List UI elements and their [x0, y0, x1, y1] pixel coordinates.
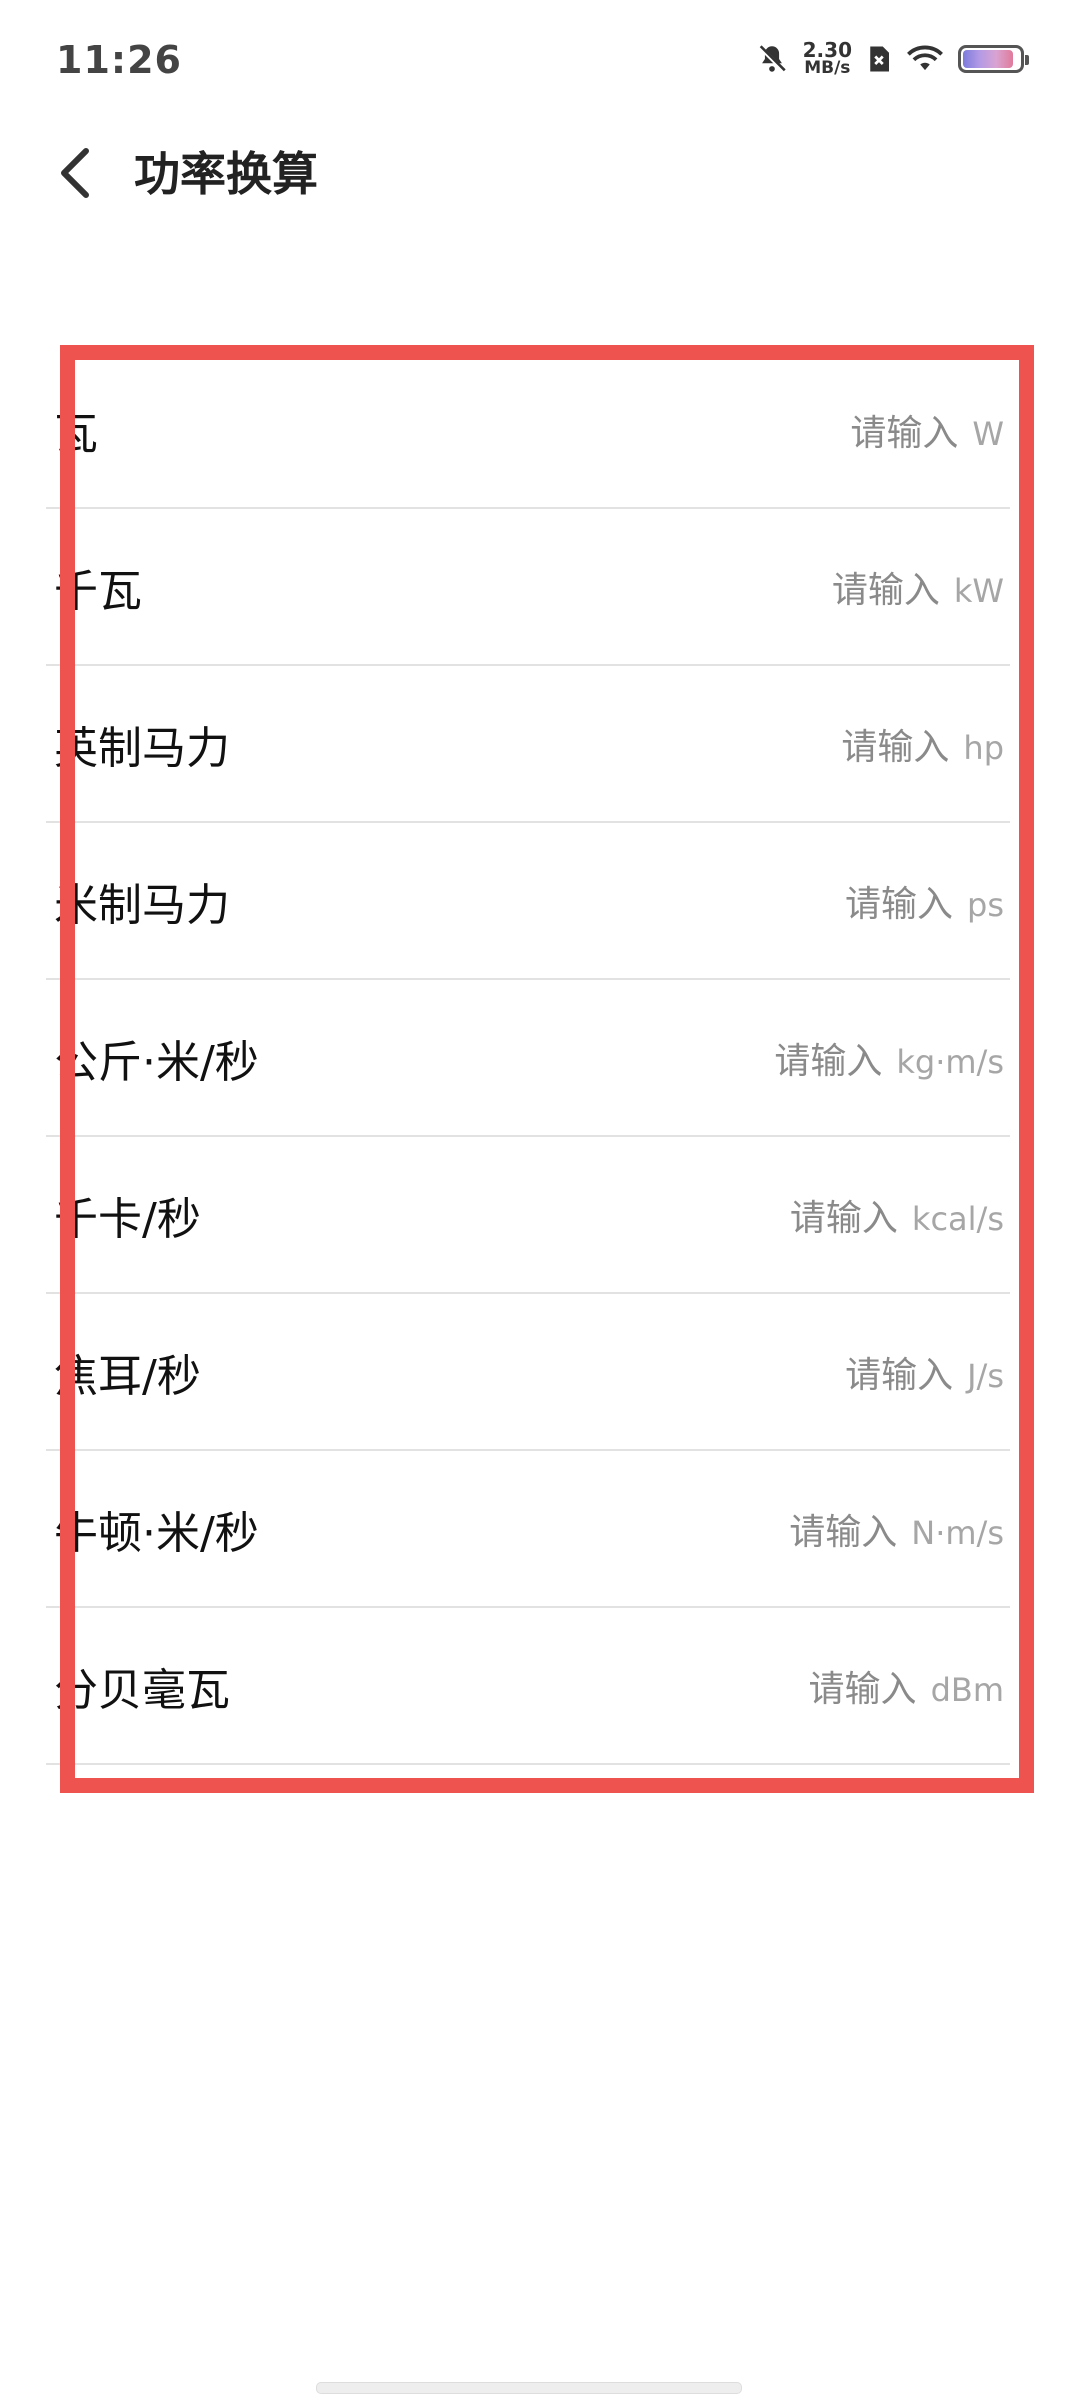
value-input[interactable]: 请输入 kg·m/s [774, 1032, 1010, 1084]
status-bar: 11:26 2.30 MB/s [0, 0, 1080, 120]
unit-symbol: kcal/s [911, 1199, 1004, 1238]
network-speed-value: 2.30 [802, 38, 852, 62]
page-title: 功率换算 [134, 147, 318, 201]
unit-symbol: dBm [930, 1670, 1004, 1709]
bell-muted-icon [755, 42, 789, 76]
unit-symbol: J/s [967, 1356, 1004, 1395]
unit-row-newton-meter-per-second: 牛顿·米/秒 请输入 N·m/s [46, 1451, 1010, 1608]
input-placeholder: 请输入 [841, 726, 950, 768]
status-icons: 2.30 MB/s [755, 40, 1029, 77]
header: 功率换算 [0, 120, 1080, 230]
value-input[interactable]: 请输入 dBm [809, 1660, 1010, 1712]
unit-label: 千瓦 [54, 565, 142, 617]
power-conversion-screen: 11:26 2.30 MB/s 功率换算 瓦 请输入 W 千瓦 请输入 kW 英… [0, 0, 1080, 2408]
unit-label: 牛顿·米/秒 [54, 1507, 259, 1559]
input-placeholder: 请输入 [789, 1511, 898, 1553]
status-time: 11:26 [56, 38, 182, 82]
unit-label: 瓦 [54, 408, 98, 460]
unit-row-kilowatt: 千瓦 请输入 kW [46, 509, 1010, 666]
battery-icon [958, 44, 1029, 73]
input-placeholder: 请输入 [831, 569, 940, 611]
value-input[interactable]: 请输入 ps [845, 875, 1010, 927]
value-input[interactable]: 请输入 kcal/s [790, 1189, 1010, 1241]
unit-label: 公斤·米/秒 [54, 1036, 259, 1088]
unit-label: 分贝毫瓦 [54, 1664, 230, 1716]
conversion-list: 瓦 请输入 W 千瓦 请输入 kW 英制马力 请输入 hp 米制马力 请输入 p… [46, 352, 1010, 1765]
sim-error-icon [866, 44, 892, 74]
unit-label: 米制马力 [54, 879, 230, 931]
unit-symbol: N·m/s [911, 1513, 1004, 1552]
input-placeholder: 请输入 [845, 1354, 954, 1396]
value-input[interactable]: 请输入 hp [841, 718, 1010, 770]
unit-label: 千卡/秒 [54, 1193, 201, 1245]
input-placeholder: 请输入 [789, 1197, 898, 1239]
unit-row-metric-horsepower: 米制马力 请输入 ps [46, 823, 1010, 980]
battery-level [963, 49, 1014, 68]
value-input[interactable]: 请输入 W [850, 404, 1010, 456]
unit-row-watt: 瓦 请输入 W [46, 352, 1010, 509]
chevron-left-icon [56, 145, 96, 205]
unit-label: 英制马力 [54, 722, 230, 774]
value-input[interactable]: 请输入 kW [832, 561, 1010, 613]
unit-symbol: W [972, 414, 1004, 453]
home-indicator[interactable] [316, 2382, 742, 2394]
unit-row-dbm: 分贝毫瓦 请输入 dBm [46, 1608, 1010, 1765]
back-button[interactable] [40, 130, 112, 220]
value-input[interactable]: 请输入 N·m/s [789, 1503, 1010, 1555]
unit-label: 焦耳/秒 [54, 1350, 201, 1402]
unit-symbol: kW [953, 571, 1004, 610]
unit-symbol: hp [963, 728, 1004, 767]
unit-row-imperial-horsepower: 英制马力 请输入 hp [46, 666, 1010, 823]
input-placeholder: 请输入 [808, 1668, 917, 1710]
value-input[interactable]: 请输入 J/s [845, 1346, 1010, 1398]
input-placeholder: 请输入 [850, 412, 959, 454]
network-speed: 2.30 MB/s [803, 40, 852, 77]
network-speed-unit: MB/s [804, 58, 851, 78]
unit-symbol: ps [967, 885, 1004, 924]
input-placeholder: 请输入 [774, 1040, 883, 1082]
input-placeholder: 请输入 [845, 883, 954, 925]
wifi-icon [906, 44, 944, 74]
unit-row-kcal-per-second: 千卡/秒 请输入 kcal/s [46, 1137, 1010, 1294]
unit-row-kgm-per-second: 公斤·米/秒 请输入 kg·m/s [46, 980, 1010, 1137]
unit-symbol: kg·m/s [896, 1042, 1004, 1081]
unit-row-joule-per-second: 焦耳/秒 请输入 J/s [46, 1294, 1010, 1451]
